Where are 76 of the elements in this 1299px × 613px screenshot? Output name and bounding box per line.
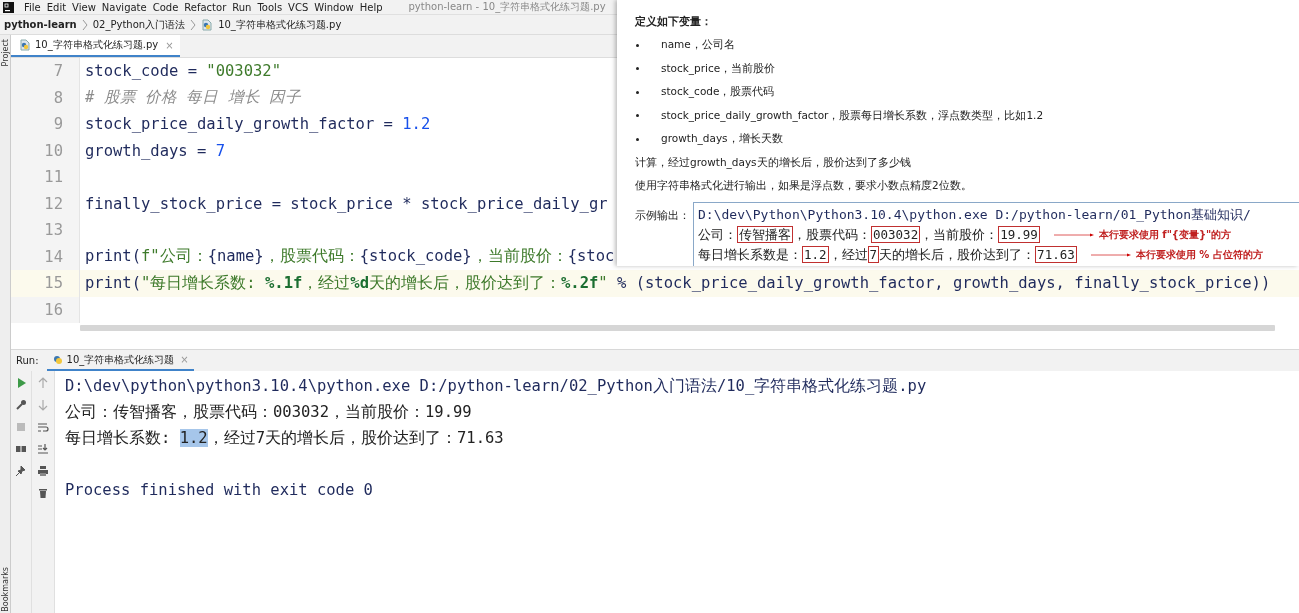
python-logo-icon — [51, 353, 64, 366]
scroll-to-end-icon[interactable] — [37, 443, 49, 455]
task-paragraph: 计算，经过growth_days天的增长后，股价达到了多少钱 — [635, 154, 912, 171]
console-line: Process finished with exit code 0 — [65, 481, 373, 499]
bullet-text: name，公司名 — [661, 38, 735, 53]
sample-output-line: 公司： 传智播客 ，股票代码： 003032 ，当前股价： 19.99 — [698, 226, 1040, 244]
editor-tab[interactable]: 10_字符串格式化练习题.py × — [11, 35, 180, 57]
python-file-icon — [19, 39, 31, 51]
horizontal-scrollbar[interactable] — [80, 325, 1275, 331]
line-number: 8 — [11, 84, 80, 111]
code-line: stock_price_daily_growth_factor = 1.2 — [85, 115, 431, 134]
soft-wrap-icon[interactable] — [37, 421, 49, 433]
sample-output-label: 示例输出： — [635, 209, 690, 223]
wrench-icon[interactable] — [15, 399, 27, 411]
breadcrumb-item[interactable]: 02_Python入门语法 — [92, 17, 186, 32]
menu-item[interactable]: Tools — [257, 1, 283, 13]
bullet-text: stock_price_daily_growth_factor，股票每日增长系数，浮点数类型，比如1.2 — [661, 108, 1044, 123]
line-number: 9 — [11, 111, 80, 138]
run-label: Run: — [16, 355, 39, 366]
bullet-icon — [636, 90, 639, 94]
pin-icon[interactable] — [15, 465, 27, 477]
menu-item[interactable]: Refactor — [184, 1, 227, 13]
line-number: 13 — [11, 217, 80, 244]
annotation-note: 本行要求使用 f"{变量}"的方 — [1098, 228, 1232, 242]
menu-item[interactable]: Code — [152, 1, 179, 13]
bullet-icon — [636, 114, 639, 118]
console-line: D:\dev\python\python3.10.4\python.exe D:/python-learn/02_Python入门语法/10_字符串格式化练习题.py — [65, 375, 927, 397]
console-line: 公司：传智播客，股票代码：003032，当前股价：19.99 — [65, 401, 472, 423]
trash-icon[interactable] — [37, 487, 49, 499]
line-number: 12 — [11, 190, 80, 217]
bullet-icon — [636, 67, 639, 71]
code-line: print(f"公司：{name}，股票代码：{stock_code}，当前股价：{stoc — [85, 246, 615, 268]
layout-icon[interactable] — [15, 443, 27, 455]
menu-item[interactable]: View — [72, 1, 96, 13]
line-number: 7 — [11, 58, 80, 85]
menu-item[interactable]: Navigate — [101, 1, 147, 13]
code-line: growth_days = 7 — [85, 141, 225, 160]
line-number: 11 — [11, 164, 80, 191]
bullet-text: stock_code，股票代码 — [661, 85, 775, 100]
task-paragraph: 使用字符串格式化进行输出，如果是浮点数，要求小数点精度2位数。 — [635, 178, 973, 194]
bookmarks-tool-tab[interactable]: Bookmarks — [0, 567, 10, 612]
line-number: 10 — [11, 137, 80, 164]
menu-item[interactable]: Run — [232, 1, 252, 13]
sample-output-line: D:\dev\Python\Python3.10.4\python.exe D:/python-learn/01_Python基础知识/ — [698, 206, 1251, 224]
task-heading: 定义如下变量： — [635, 13, 713, 29]
code-line: finally_stock_price = stock_price * stock_price_daily_gr — [85, 194, 608, 213]
code-line: print("每日增长系数: %.1f，经过%d天的增长后，股价达到了：%.2f" % (stock_price_daily_growth_factor, growth_days, finally_stock_price)) — [85, 272, 1271, 294]
menu-item[interactable]: Edit — [46, 1, 67, 13]
chevron-icon — [81, 18, 88, 31]
annotation-note: 本行要求使用 % 占位符的方 — [1135, 248, 1263, 262]
line-number: 16 — [11, 296, 80, 323]
sample-output-line: 每日增长系数是： 1.2 ，经过 7 天的增长后，股价达到了： 71.63 — [698, 246, 1077, 264]
run-icon[interactable] — [15, 377, 27, 389]
bullet-text: growth_days，增长天数 — [661, 132, 783, 147]
menu-item[interactable]: File — [24, 1, 41, 13]
code-line: stock_code = "003032" — [85, 62, 281, 81]
project-tool-tab[interactable]: Project — [0, 39, 10, 67]
window-title: python-learn - 10_字符串格式化练习题.py — [408, 0, 606, 14]
bullet-icon — [636, 43, 639, 47]
arrow-icon — [1053, 231, 1094, 239]
print-icon[interactable] — [37, 465, 49, 477]
chevron-icon — [190, 18, 197, 31]
app-logo-icon — [3, 1, 14, 13]
console-line: 每日增长系数: 1.2，经过7天的增长后，股价达到了：71.63 — [65, 427, 504, 449]
menu-item[interactable]: Help — [359, 1, 383, 13]
menu-item[interactable]: VCS — [288, 1, 309, 13]
line-number: 14 — [11, 243, 80, 270]
bullet-text: stock_price，当前股价 — [661, 61, 776, 76]
run-tab[interactable]: 10_字符串格式化练习题 × — [46, 350, 194, 371]
breadcrumb-item[interactable]: 10_字符串格式化练习题.py — [218, 17, 342, 32]
breadcrumb-item[interactable]: python-learn — [4, 19, 77, 30]
python-file-icon — [201, 18, 214, 31]
code-line: # 股票 价格 每日 增长 因子 — [85, 87, 301, 109]
menu-item[interactable]: Window — [314, 1, 354, 13]
arrow-icon — [1090, 251, 1131, 259]
bullet-icon — [636, 137, 639, 141]
